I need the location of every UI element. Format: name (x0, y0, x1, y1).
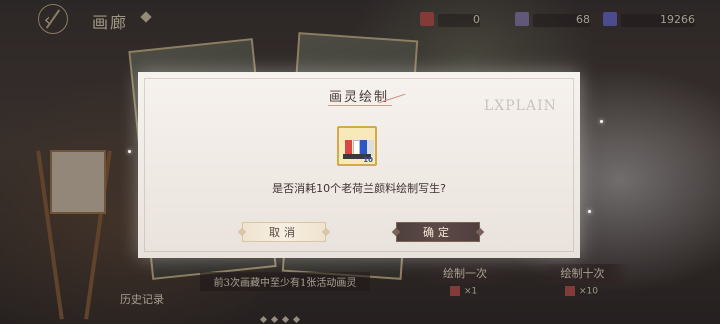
item-count: 10 (363, 156, 373, 164)
paint-item-slot[interactable]: 10 (337, 126, 377, 166)
cancel-button[interactable]: 取消 (242, 222, 326, 242)
confirm-dialog: 画灵绘制 LXPLAIN 10 是否消耗10个老荷兰颜料绘制写生? 取消 确定 (138, 72, 580, 258)
watermark-text: LXPLAIN (484, 98, 557, 114)
sparkle-effect (600, 120, 603, 123)
sparkle-effect (588, 210, 591, 213)
dialog-message: 是否消耗10个老荷兰颜料绘制写生? (272, 182, 446, 195)
game-screen: ‹ 画廊 0 68 19266 前3次画藏中至少有1张活动画灵 历史记录 绘制一… (0, 0, 720, 324)
confirm-button[interactable]: 确定 (396, 222, 480, 242)
title-underline (328, 105, 392, 106)
sparkle-effect (128, 150, 131, 153)
